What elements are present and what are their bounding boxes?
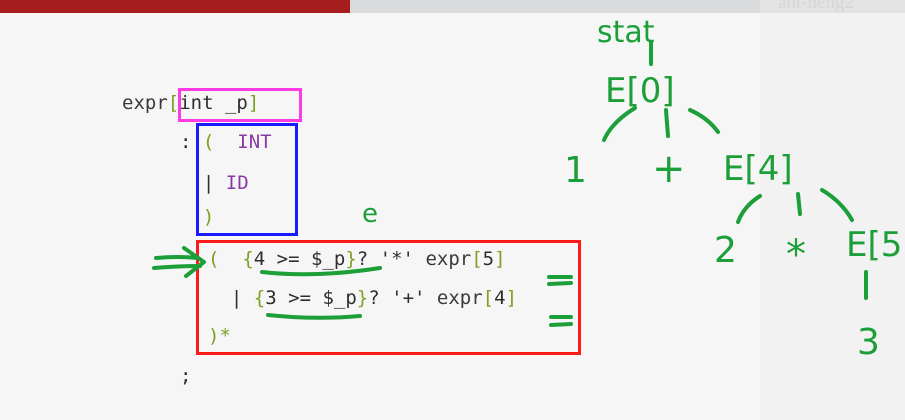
pred1-close-brace: } [345,248,357,270]
arg1-open: [ [471,248,483,270]
literal-plus: '+' [391,287,426,309]
rule-parameter: int _p [179,92,248,114]
alt1-open-paren: ( [202,131,215,153]
code-line-alt1-int: : ( INT [180,131,272,153]
code-line-alt1-close: ) [180,206,214,228]
code-line-alt1-id: | ID [180,172,249,194]
arg1-close: ] [494,248,506,270]
param-close-bracket: ] [247,92,260,114]
alt1-close-paren: ) [202,206,215,228]
pred1-question: ? [356,248,369,270]
precedence-arg-1: 5 [482,248,495,270]
pred2-open-brace: { [253,287,266,309]
code-line-loop-alt2: | {3 >= $_p}? '+' expr[4] [208,287,517,309]
predicate-1: 4 >= $_p [253,248,346,270]
title-bar-accent [0,0,350,13]
arg2-open: [ [482,287,495,309]
side-panel [760,0,905,420]
param-open-bracket: [ [167,92,180,114]
title-bar [350,0,760,13]
rule-name: expr [122,92,168,114]
rule-semicolon: ; [180,365,192,387]
pred2-question: ? [368,287,380,309]
code-line-loop-close: )* [208,325,231,347]
literal-star: '*' [379,248,414,270]
code-line-rule-header: expr[int _p] [122,92,259,114]
predicate-2: 3 >= $_p [265,287,357,309]
arg2-close: ] [505,287,518,309]
token-id: ID [225,172,249,194]
pred2-close-brace: } [356,287,369,309]
precedence-arg-2: 4 [494,287,506,309]
expr-reference-1: expr [425,248,472,270]
expr-reference-2: expr [436,287,483,309]
loop-close-star: )* [208,325,231,347]
watermark-text: ant-heng2 [778,0,854,13]
loop-open-paren: ( [208,248,220,270]
code-line-loop-alt1: ( {4 >= $_p}? '*' expr[5] [208,248,506,270]
colon: : [180,131,192,153]
pred1-open-brace: { [242,248,254,270]
token-int: INT [237,131,272,153]
slide-area [0,0,760,420]
code-line-semicolon: ; [180,365,191,387]
alt2-bar: | [230,287,243,309]
alt1-bar: | [202,172,215,194]
